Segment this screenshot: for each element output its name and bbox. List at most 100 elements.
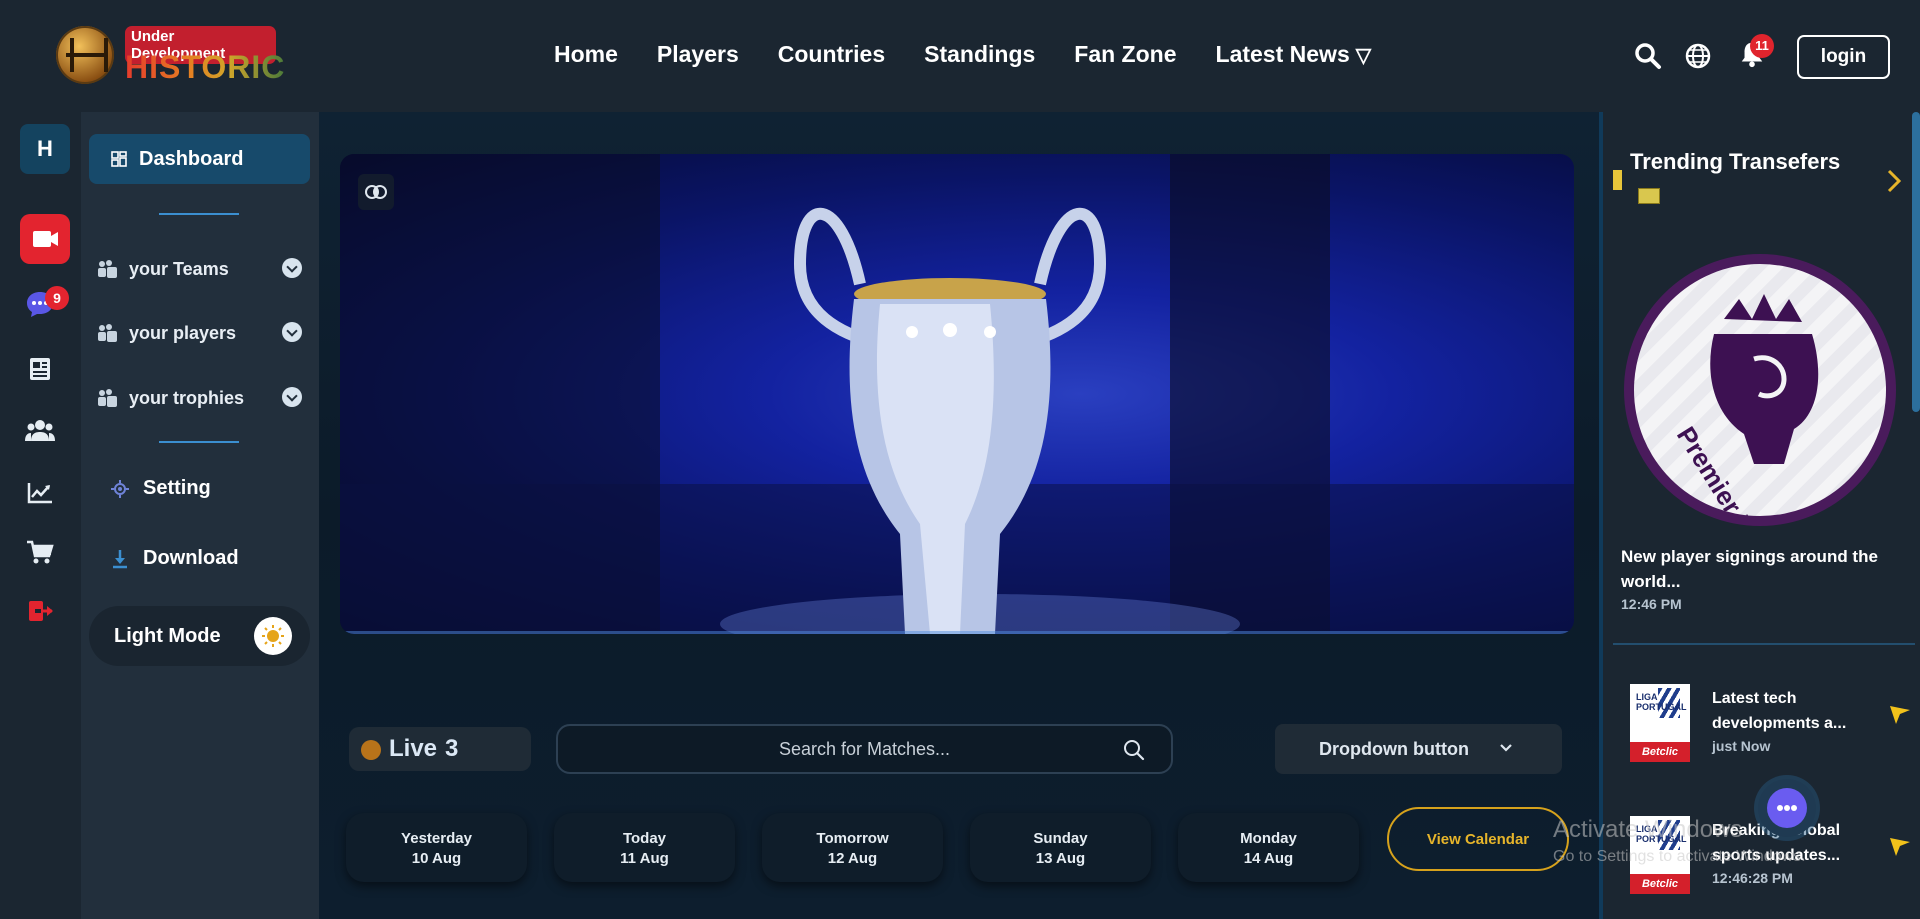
logout-icon[interactable]: [25, 596, 55, 626]
hero-progress-bar: [340, 631, 1574, 634]
live-count: 3: [445, 735, 459, 762]
match-search-input[interactable]: [558, 726, 1171, 772]
day-tab-tomorrow[interactable]: Tomorrow 12 Aug: [762, 813, 943, 882]
chevron-down-icon[interactable]: [282, 258, 302, 278]
panel-scrollbar[interactable]: [1912, 112, 1920, 412]
dashboard-label: Dashboard: [139, 147, 244, 170]
video-camera-icon: [33, 231, 58, 247]
day-date: 11 Aug: [620, 850, 669, 867]
match-filter-dropdown[interactable]: Dropdown button: [1275, 724, 1562, 774]
nav-latest-news[interactable]: Latest News ▽: [1216, 41, 1372, 68]
send-arrow-icon[interactable]: [1888, 834, 1912, 858]
news-title: Latest tech developments a...: [1712, 690, 1847, 732]
sidebar-item-players[interactable]: your players: [97, 318, 302, 348]
nav-fan-zone[interactable]: Fan Zone: [1074, 41, 1176, 68]
newspaper-icon[interactable]: [25, 354, 55, 384]
sidebar-divider: [159, 213, 239, 215]
chevron-down-icon[interactable]: [282, 322, 302, 342]
activate-line-1: Activate Windows: [1553, 816, 1743, 843]
cart-icon[interactable]: [25, 537, 55, 567]
sidebar-item-trophies[interactable]: your trophies: [97, 383, 302, 413]
notification-count-badge: 11: [1750, 34, 1774, 58]
day-name: Monday: [1240, 830, 1297, 847]
dashboard-grid-icon: [111, 151, 127, 167]
search-icon[interactable]: [1123, 739, 1145, 761]
news-item[interactable]: LIGA PORTUGAL Betclic Latest tech develo…: [1630, 684, 1910, 764]
day-date: 12 Aug: [827, 850, 878, 867]
news-time: just Now: [1712, 738, 1771, 754]
day-name: Sunday: [1033, 830, 1088, 847]
day-tab-monday[interactable]: Monday 14 Aug: [1178, 813, 1359, 882]
trophies-icon: [98, 389, 117, 407]
globe-icon[interactable]: [1684, 42, 1712, 70]
sidebar: Dashboard your Teams your players your t…: [81, 112, 319, 919]
day-tab-today[interactable]: Today 11 Aug: [554, 813, 735, 882]
liga-portugal-thumbnail: LIGA PORTUGAL Betclic: [1630, 684, 1690, 762]
trophies-label: your trophies: [129, 387, 245, 408]
send-arrow-icon[interactable]: [1888, 702, 1912, 726]
day-name: Yesterday: [401, 830, 472, 847]
match-search-box: [556, 724, 1173, 774]
light-mode-label: Light Mode: [114, 624, 221, 647]
nav-players[interactable]: Players: [657, 41, 739, 68]
rail-home-avatar[interactable]: H: [20, 124, 70, 174]
nav-countries[interactable]: Countries: [778, 41, 885, 68]
brand-name: HISTORIC: [125, 49, 286, 85]
brand-logo[interactable]: Under Development HISTORIC: [56, 24, 284, 88]
panel-divider: [1613, 643, 1915, 645]
chevron-down-icon[interactable]: [282, 387, 302, 407]
day-name: Tomorrow: [816, 830, 889, 847]
trophy-illustration: [340, 154, 1574, 634]
teams-label: your Teams: [129, 258, 229, 279]
logo-emblem-icon: [56, 26, 114, 84]
view-calendar-button[interactable]: View Calendar: [1387, 807, 1569, 871]
day-tab-sunday[interactable]: Sunday 13 Aug: [970, 813, 1151, 882]
trending-title: Trending Transefers: [1630, 149, 1841, 174]
day-tab-yesterday[interactable]: Yesterday 10 Aug: [346, 813, 527, 882]
sidebar-item-download[interactable]: Download: [111, 547, 239, 570]
small-flag-icon: [1638, 188, 1660, 204]
feature-time: 12:46 PM: [1621, 596, 1682, 612]
sun-toggle-button[interactable]: [254, 617, 292, 655]
news-time: 12:46:28 PM: [1712, 870, 1793, 886]
setting-label: Setting: [143, 477, 211, 499]
search-icon[interactable]: [1634, 42, 1662, 70]
dropdown-label: Dropdown button: [1319, 738, 1469, 759]
trending-accent-bar: [1613, 170, 1622, 190]
nav-standings[interactable]: Standings: [924, 41, 1035, 68]
chart-line-icon[interactable]: [25, 477, 55, 507]
video-rail-button[interactable]: [20, 214, 70, 264]
main-content: Live 3 Dropdown button Yesterday 10 Aug …: [319, 112, 1599, 919]
sidebar-item-setting[interactable]: Setting: [111, 477, 211, 500]
icon-rail: H 9: [0, 112, 81, 919]
triangle-down-icon: ▽: [1355, 45, 1372, 67]
gear-icon: [111, 479, 129, 498]
premier-league-logo[interactable]: Premier League: [1624, 254, 1896, 526]
thumb-brand-text: Betclic: [1630, 874, 1690, 894]
light-mode-toggle[interactable]: Light Mode: [89, 606, 310, 666]
chevron-down-icon: [1500, 744, 1512, 752]
players-icon: [98, 324, 117, 342]
brain-icon[interactable]: [358, 174, 394, 210]
sidebar-item-dashboard[interactable]: Dashboard: [89, 134, 310, 184]
sidebar-divider: [159, 441, 239, 443]
live-indicator-dot: [361, 740, 381, 760]
thumb-league-text: LIGA PORTUGAL: [1636, 692, 1687, 712]
day-date: 13 Aug: [1035, 850, 1086, 867]
hero-banner-image: [340, 154, 1574, 634]
premier-league-badge: Premier League: [1634, 264, 1886, 516]
chevron-right-icon[interactable]: [1886, 168, 1902, 194]
activate-line-2: Go to Settings to activate Windows.: [1553, 848, 1806, 865]
lion-crest-icon: Premier League: [1671, 294, 1819, 516]
login-button[interactable]: login: [1797, 35, 1890, 79]
feature-headline[interactable]: New player signings around the world...: [1621, 544, 1891, 594]
sun-icon: [262, 625, 284, 647]
day-date: 10 Aug: [411, 850, 462, 867]
sidebar-item-teams[interactable]: your Teams: [97, 254, 302, 284]
day-date: 14 Aug: [1243, 850, 1294, 867]
download-icon: [113, 549, 127, 568]
brain-glyph-icon: [365, 185, 387, 199]
live-matches-pill[interactable]: Live 3: [349, 727, 531, 771]
users-group-icon[interactable]: [25, 415, 55, 445]
nav-home[interactable]: Home: [554, 41, 618, 68]
